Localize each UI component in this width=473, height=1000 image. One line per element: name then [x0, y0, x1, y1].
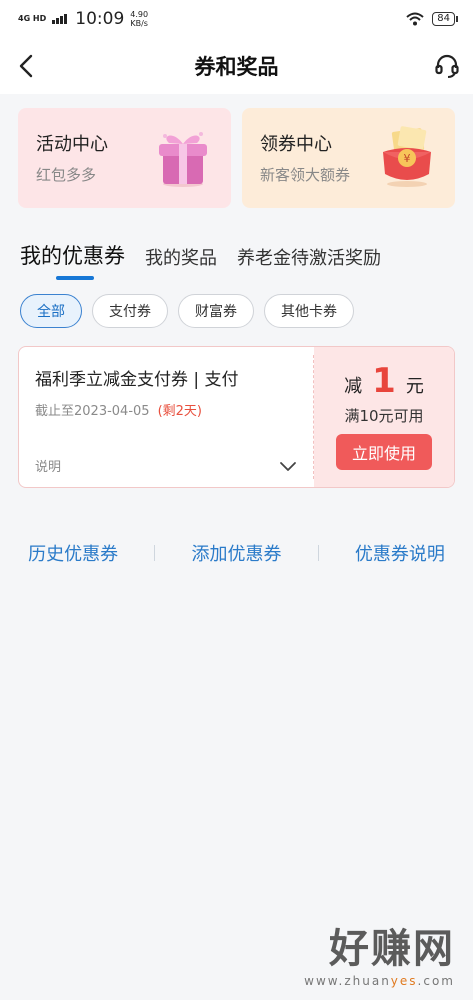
svg-text:¥: ¥	[404, 152, 411, 165]
coupon-expiry-row: 截止至2023-04-05 (剩2天)	[35, 400, 297, 419]
history-coupons-link[interactable]: 历史优惠券	[28, 540, 118, 566]
tab-my-prizes[interactable]: 我的奖品	[145, 244, 217, 280]
filter-all[interactable]: 全部	[20, 294, 82, 328]
coupon-card: 福利季立减金支付券 | 支付 截止至2023-04-05 (剩2天) 说明 减 1…	[18, 346, 455, 488]
headset-icon	[435, 54, 459, 78]
divider	[154, 545, 156, 561]
main-content: 活动中心 红包多多 领券中心 新客领大额券 ¥ 我的优惠券 我的奖品 养老金待激…	[0, 94, 473, 1000]
use-now-button[interactable]: 立即使用	[336, 434, 432, 470]
network-speed-unit: KB/s	[130, 19, 148, 28]
watermark-url-suffix: .com	[417, 974, 455, 988]
network-type: 4G HD	[18, 14, 47, 23]
status-right: 84	[406, 12, 458, 26]
promo-cards: 活动中心 红包多多 领券中心 新客领大额券 ¥	[18, 108, 455, 208]
nav-bar: 券和奖品	[0, 38, 473, 94]
filter-wealth[interactable]: 财富券	[178, 294, 254, 328]
filter-chips: 全部 支付券 财富券 其他卡券	[20, 294, 354, 328]
amount-unit: 元	[405, 376, 424, 397]
network-speed-value: 4.90	[130, 10, 149, 19]
filter-payment[interactable]: 支付券	[92, 294, 168, 328]
coupon-amount-panel: 减 1 元 满10元可用 立即使用	[314, 347, 454, 487]
filter-other-cards[interactable]: 其他卡券	[264, 294, 354, 328]
watermark-url-prefix: www.zhuan	[304, 974, 391, 988]
signal-icon	[52, 14, 68, 24]
coupon-expiry: 截止至2023-04-05	[35, 404, 150, 419]
back-button[interactable]	[10, 50, 42, 82]
tab-pension-rewards[interactable]: 养老金待激活奖励	[237, 244, 381, 280]
coupon-threshold: 满10元可用	[344, 407, 424, 425]
coupon-info: 福利季立减金支付券 | 支付 截止至2023-04-05 (剩2天) 说明	[19, 347, 313, 487]
divider	[317, 545, 319, 561]
add-coupon-link[interactable]: 添加优惠券	[191, 540, 281, 566]
status-bar: 4G HD 10:09 4.90 KB/s 84	[0, 0, 473, 38]
watermark: 好赚网 www.zhuanyes.com	[304, 916, 455, 988]
coupon-help-link[interactable]: 优惠券说明	[355, 540, 445, 566]
coupon-title: 福利季立减金支付券 | 支付	[35, 370, 239, 390]
coupon-center-card[interactable]: 领券中心 新客领大额券 ¥	[242, 108, 455, 208]
watermark-url-highlight: yes	[390, 974, 418, 988]
battery-icon: 84	[432, 12, 458, 26]
coupon-amount: 减 1 元	[344, 361, 424, 401]
watermark-url: www.zhuanyes.com	[304, 974, 455, 988]
chevron-left-icon	[19, 54, 33, 78]
customer-service-button[interactable]	[431, 50, 463, 82]
coupon-remaining-days: (剩2天)	[157, 404, 202, 419]
coupon-tabs: 我的优惠券 我的奖品 养老金待激活奖励	[20, 240, 381, 280]
red-envelope-icon: ¥	[383, 126, 431, 187]
coupon-description-toggle[interactable]: 说明	[35, 456, 61, 475]
clock: 10:09	[75, 9, 125, 29]
tab-my-coupons[interactable]: 我的优惠券	[20, 240, 125, 280]
page-title: 券和奖品	[194, 55, 279, 79]
network-speed: 4.90 KB/s	[130, 10, 148, 28]
watermark-title: 好赚网	[329, 926, 455, 972]
wifi-icon	[406, 12, 424, 26]
amount-value: 1	[372, 361, 396, 401]
footer-links: 历史优惠券 添加优惠券 优惠券说明	[0, 540, 473, 566]
gift-box-icon	[159, 132, 207, 187]
chevron-down-icon[interactable]	[279, 457, 297, 475]
status-left: 4G HD 10:09 4.90 KB/s	[18, 9, 148, 29]
amount-prefix: 减	[344, 376, 363, 397]
activity-center-card[interactable]: 活动中心 红包多多	[18, 108, 231, 208]
